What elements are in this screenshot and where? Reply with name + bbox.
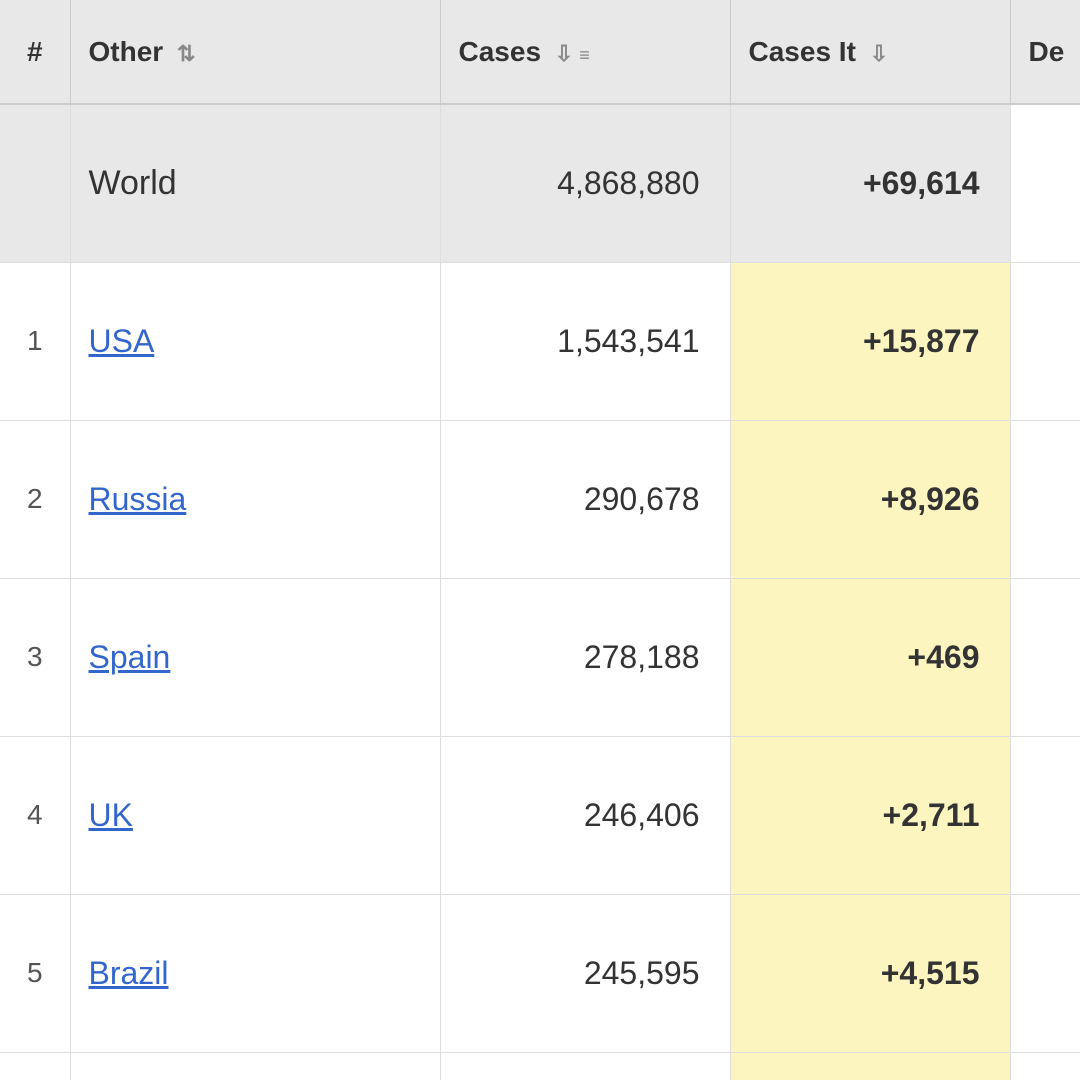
- new-cases-cell: +469: [730, 578, 1010, 736]
- rank-cell: 6: [0, 1052, 70, 1080]
- table-row: 3 Spain 278,188 +469: [0, 578, 1080, 736]
- world-country: World: [70, 104, 440, 262]
- total-cases-cell: 246,406: [440, 736, 730, 894]
- deaths-cell: [1010, 1052, 1080, 1080]
- table-row: 4 UK 246,406 +2,711: [0, 736, 1080, 894]
- rank-cell: 5: [0, 894, 70, 1052]
- country-header[interactable]: Other ⇅: [70, 0, 440, 104]
- total-cases-cell: 245,595: [440, 894, 730, 1052]
- total-cases-header[interactable]: Cases ⇩≡: [440, 0, 730, 104]
- deaths-cell: [1010, 420, 1080, 578]
- new-cases-cell: +8,926: [730, 420, 1010, 578]
- rank-cell: 3: [0, 578, 70, 736]
- country-cell[interactable]: Italy: [70, 1052, 440, 1080]
- rank-cell: 4: [0, 736, 70, 894]
- deaths-cell: [1010, 262, 1080, 420]
- table-header-row: # Other ⇅ Cases ⇩≡ Cases It ⇩ De: [0, 0, 1080, 104]
- deaths-cell: [1010, 894, 1080, 1052]
- country-cell[interactable]: UK: [70, 736, 440, 894]
- table-row: 2 Russia 290,678 +8,926: [0, 420, 1080, 578]
- world-summary-row: World 4,868,880 +69,614: [0, 104, 1080, 262]
- country-link[interactable]: Brazil: [89, 955, 169, 991]
- country-sort-icon[interactable]: ⇅: [177, 41, 195, 67]
- rank-cell: 1: [0, 262, 70, 420]
- country-link[interactable]: Spain: [89, 639, 171, 675]
- country-link[interactable]: Russia: [89, 481, 187, 517]
- country-cell[interactable]: Russia: [70, 420, 440, 578]
- total-cases-cell: 278,188: [440, 578, 730, 736]
- rank-header: #: [0, 0, 70, 104]
- world-total-cases: 4,868,880: [440, 104, 730, 262]
- total-cases-cell: 290,678: [440, 420, 730, 578]
- country-link[interactable]: UK: [89, 797, 133, 833]
- rank-cell: 2: [0, 420, 70, 578]
- table-row: 1 USA 1,543,541 +15,877: [0, 262, 1080, 420]
- world-new-cases: +69,614: [730, 104, 1010, 262]
- country-cell[interactable]: USA: [70, 262, 440, 420]
- covid-stats-table: # Other ⇅ Cases ⇩≡ Cases It ⇩ De: [0, 0, 1080, 1080]
- table-row: 6 Italy 225,886 +451: [0, 1052, 1080, 1080]
- country-link[interactable]: USA: [89, 323, 155, 359]
- new-cases-cell: +2,711: [730, 736, 1010, 894]
- total-cases-filter-icon[interactable]: ≡: [579, 45, 590, 66]
- table-row: 5 Brazil 245,595 +4,515: [0, 894, 1080, 1052]
- total-cases-cell: 225,886: [440, 1052, 730, 1080]
- deaths-cell: [1010, 578, 1080, 736]
- country-cell[interactable]: Spain: [70, 578, 440, 736]
- new-cases-cell: +4,515: [730, 894, 1010, 1052]
- world-deaths: [1010, 104, 1080, 262]
- deaths-cell: [1010, 736, 1080, 894]
- total-cases-sort-icon[interactable]: ⇩: [555, 41, 573, 67]
- deaths-header[interactable]: De: [1010, 0, 1080, 104]
- world-rank: [0, 104, 70, 262]
- total-cases-cell: 1,543,541: [440, 262, 730, 420]
- new-cases-sort-icon[interactable]: ⇩: [870, 41, 888, 67]
- country-cell[interactable]: Brazil: [70, 894, 440, 1052]
- new-cases-cell: +451: [730, 1052, 1010, 1080]
- new-cases-header[interactable]: Cases It ⇩: [730, 0, 1010, 104]
- new-cases-cell: +15,877: [730, 262, 1010, 420]
